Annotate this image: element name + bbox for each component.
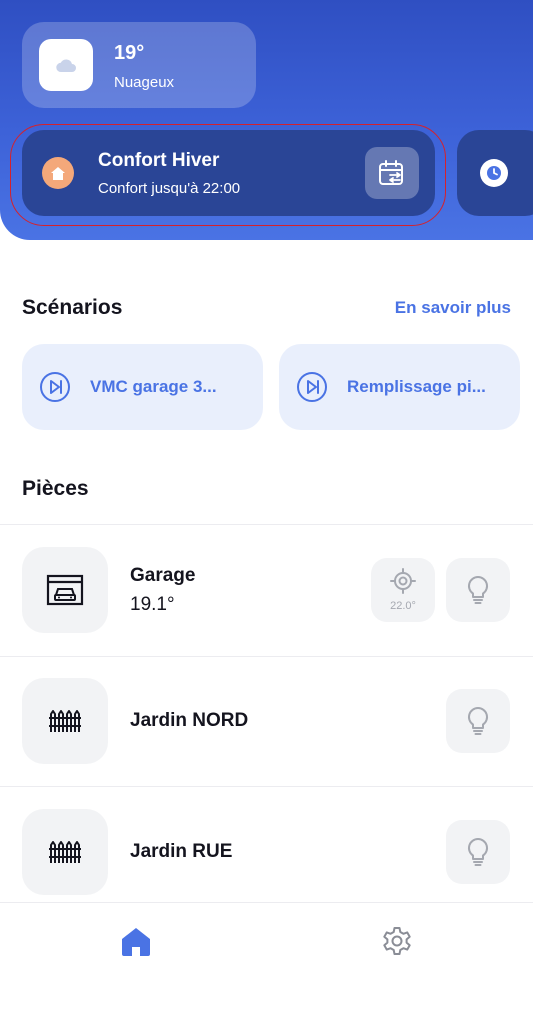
room-temperature: 19.1° xyxy=(130,594,175,615)
target-temperature: 22.0° xyxy=(390,600,416,612)
light-button[interactable] xyxy=(446,820,510,884)
light-button[interactable] xyxy=(446,689,510,753)
room-name: Jardin RUE xyxy=(130,841,233,862)
calendar-schedule-icon xyxy=(379,160,403,185)
clock-icon xyxy=(480,159,508,187)
settings-icon[interactable] xyxy=(380,925,414,959)
play-icon xyxy=(297,372,327,402)
weather-condition: Nuageux xyxy=(114,74,175,91)
rooms-title: Pièces xyxy=(22,477,89,500)
mode-subtitle: Confort jusqu'à 22:00 xyxy=(98,180,241,197)
lightbulb-icon xyxy=(467,837,489,866)
thermostat-button[interactable]: 22.0° xyxy=(371,558,435,622)
learn-more-link[interactable]: En savoir plus xyxy=(395,298,511,318)
weather-icon-box xyxy=(39,39,93,91)
play-icon xyxy=(40,372,70,402)
scenario-card[interactable]: Remplissage pi... xyxy=(279,344,520,430)
mode-title: Confort Hiver xyxy=(98,150,220,171)
scenario-label: Remplissage pi... xyxy=(347,377,486,396)
garage-icon xyxy=(46,574,84,606)
next-mode-card[interactable] xyxy=(457,130,533,216)
fence-icon xyxy=(49,841,81,863)
header-panel: 19° Nuageux Confort Hiver Confort jusqu'… xyxy=(0,0,533,240)
lightbulb-icon xyxy=(467,575,489,604)
fence-icon xyxy=(49,710,81,732)
weather-card[interactable]: 19° Nuageux xyxy=(22,22,256,108)
room-name: Garage xyxy=(130,565,196,586)
divider xyxy=(0,786,533,787)
scenarios-title: Scénarios xyxy=(22,296,123,319)
divider xyxy=(0,524,533,525)
room-name: Jardin NORD xyxy=(130,710,249,731)
cloud-icon xyxy=(56,59,76,73)
room-icon-box xyxy=(22,547,108,633)
room-icon-box xyxy=(22,809,108,895)
schedule-button[interactable] xyxy=(365,147,419,199)
home-icon[interactable] xyxy=(119,925,153,959)
bottom-navigation xyxy=(0,902,533,1024)
home-icon xyxy=(42,157,74,189)
weather-temperature: 19° xyxy=(114,42,145,64)
lightbulb-icon xyxy=(467,706,489,735)
mode-card[interactable]: Confort Hiver Confort jusqu'à 22:00 xyxy=(22,130,435,216)
divider xyxy=(0,656,533,657)
light-button[interactable] xyxy=(446,558,510,622)
scenario-card[interactable]: VMC garage 3... xyxy=(22,344,263,430)
room-icon-box xyxy=(22,678,108,764)
target-icon xyxy=(390,568,416,594)
scenario-label: VMC garage 3... xyxy=(90,377,217,396)
